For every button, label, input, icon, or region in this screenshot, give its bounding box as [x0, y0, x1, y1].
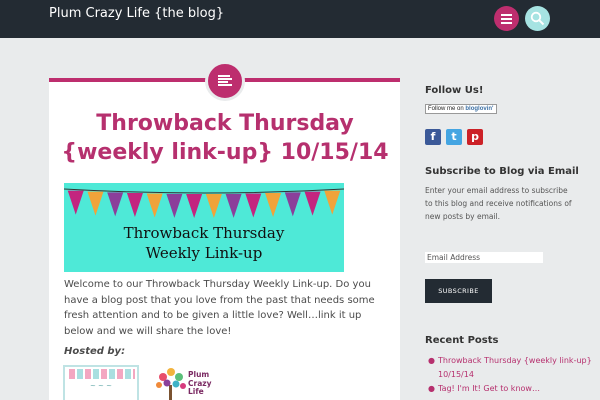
pennant-flag [225, 193, 242, 218]
pennant-flag [67, 190, 84, 215]
recent-post-link[interactable]: Throwback Thursday {weekly link-up} 10/1… [438, 356, 592, 379]
search-icon [530, 11, 545, 26]
hosted-by-label: Hosted by: [64, 346, 126, 357]
twitter-icon[interactable]: t [446, 129, 462, 145]
pennant-flag [265, 193, 282, 218]
pennant-flag [87, 191, 104, 216]
pennant-flag [186, 193, 203, 218]
banner-text: Throwback Thursday Weekly Link-up [64, 223, 344, 263]
post-title-line-1: Throwback Thursday [96, 111, 354, 136]
post-format-badge [205, 61, 245, 101]
post-body: Welcome to our Throwback Thursday Weekly… [64, 279, 375, 337]
subscribe-button[interactable]: SUBSCRIBE [425, 279, 492, 303]
post-title-line-2: {weekly link-up} 10/15/14 [61, 140, 389, 165]
list-item: ● Throwback Thursday {weekly link-up} 10/… [427, 354, 592, 382]
subscribe-heading: Subscribe to Blog via Email [425, 166, 579, 177]
recent-post-link[interactable]: Tag! I'm It! Get to know… [438, 384, 540, 393]
bunting-rope [64, 188, 344, 194]
pennant-flag [245, 193, 262, 218]
banner-line-1: Throwback Thursday [123, 224, 285, 242]
host-logo-moms-small-victories[interactable]: ~ ~ ~ [63, 365, 139, 400]
tree-logo-icon [156, 368, 186, 400]
pennant-flag [107, 192, 124, 217]
pennant-flag [205, 193, 222, 218]
pennant-flag [126, 193, 143, 218]
host-logo-script: ~ ~ ~ [89, 382, 113, 390]
pennant-flag [324, 190, 341, 215]
pinterest-icon[interactable]: p [467, 129, 483, 145]
pennant-bunting [64, 188, 344, 218]
pennant-flag [146, 193, 163, 218]
list-item: ● Tag! I'm It! Get to know… [427, 382, 592, 396]
facebook-icon[interactable]: f [425, 129, 441, 145]
bloglovin-brand: bloglovin' [465, 106, 494, 112]
follow-heading: Follow Us! [425, 85, 484, 96]
bloglovin-follow-button[interactable]: Follow me on bloglovin' [425, 104, 497, 114]
host-logo-plum-crazy-life[interactable]: Plum Crazy Life [153, 363, 223, 400]
subscribe-description: Enter your email address to subscribe to… [425, 186, 572, 222]
menu-button[interactable] [494, 6, 519, 31]
post-title[interactable]: Throwback Thursday {weekly link-up} 10/1… [60, 109, 390, 167]
pennant-flag [166, 193, 183, 218]
search-button[interactable] [525, 6, 550, 31]
bullet-icon: ● [428, 356, 435, 365]
decorative-stripe [69, 369, 135, 379]
recent-posts-heading: Recent Posts [425, 335, 499, 346]
host-logo-text: Plum Crazy Life [188, 370, 222, 397]
pennant-flag [284, 192, 301, 217]
bloglovin-prefix: Follow me on [428, 106, 464, 112]
pennant-flag [304, 191, 321, 216]
email-field[interactable] [425, 252, 543, 263]
recent-posts-list: ● Throwback Thursday {weekly link-up} 10/… [427, 354, 592, 396]
banner-line-2: Weekly Link-up [145, 244, 263, 262]
bullet-icon: ● [428, 384, 435, 393]
throwback-banner-image: Throwback Thursday Weekly Link-up [64, 183, 344, 272]
logo-word-life: Life [188, 387, 204, 396]
site-title[interactable]: Plum Crazy Life {the blog} [49, 6, 224, 21]
site-header: Plum Crazy Life {the blog} [0, 0, 600, 38]
